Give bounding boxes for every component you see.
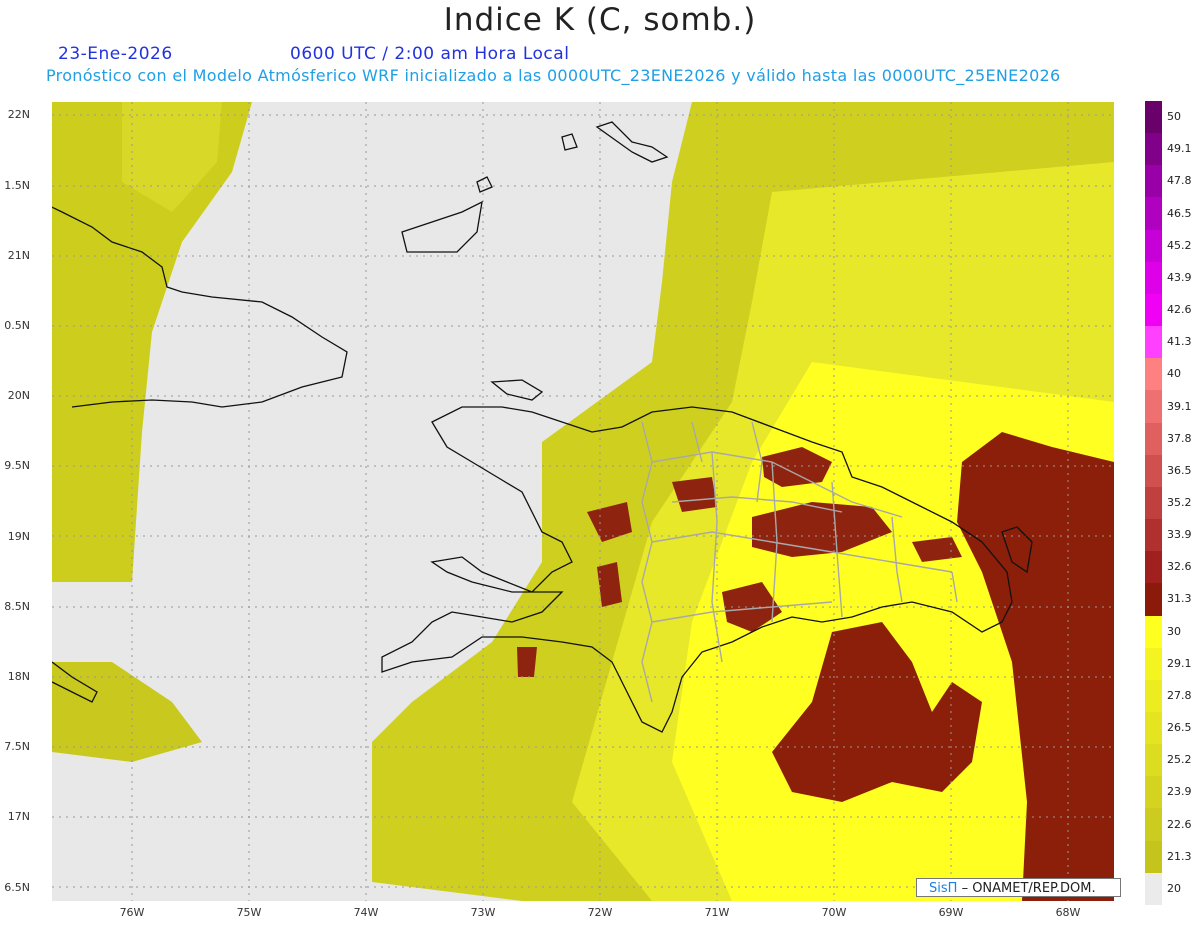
colorbar-label: 45.2 (1167, 238, 1192, 252)
lat-label: 0.5N (4, 319, 30, 332)
colorbar-swatch (1145, 422, 1162, 455)
credit-text: – ONAMET/REP.DOM. (961, 881, 1096, 896)
colorbar-label: 21.3 (1167, 849, 1192, 863)
colorbar-swatch (1145, 326, 1162, 359)
lat-label: 7.5N (4, 740, 30, 753)
lon-label: 68W (1055, 906, 1081, 919)
lat-label: 6.5N (4, 881, 30, 894)
k-index-high-small3 (517, 647, 537, 677)
lon-label: 71W (704, 906, 730, 919)
colorbar-swatch (1145, 711, 1162, 745)
lat-label: 9.5N (4, 459, 30, 472)
colorbar-label: 32.6 (1167, 560, 1192, 574)
colorbar-label: 39.1 (1167, 399, 1192, 413)
colorbar-label: 49.1 (1167, 142, 1192, 156)
forecast-map (52, 102, 1114, 901)
lat-label: 21N (7, 249, 30, 262)
colorbar-swatch (1145, 486, 1162, 520)
colorbar-label: 46.5 (1167, 206, 1192, 220)
colorbar-swatch (1145, 744, 1162, 777)
lat-label: 22N (7, 108, 30, 121)
colorbar-swatch (1145, 679, 1162, 712)
colorbar-swatch (1145, 647, 1162, 680)
lon-label: 74W (353, 906, 379, 919)
coast-island2 (595, 121, 669, 163)
colorbar-swatch (1145, 101, 1162, 134)
credit-box: SisΠ – ONAMET/REP.DOM. (916, 878, 1121, 897)
colorbar-label: 31.3 (1167, 592, 1192, 606)
lon-label: 72W (587, 906, 613, 919)
lat-label: 19N (7, 530, 30, 543)
credit-brand: SisΠ (929, 881, 958, 896)
colorbar-swatch (1145, 872, 1162, 905)
colorbar-swatch (1145, 197, 1162, 230)
colorbar-swatch (1145, 293, 1162, 327)
lat-label: 17N (7, 810, 30, 823)
colorbar-label: 25.2 (1167, 753, 1192, 767)
colorbar-label: 42.6 (1167, 303, 1192, 317)
coast-bahamas (401, 200, 483, 253)
colorbar-swatch (1145, 261, 1162, 294)
colorbar-label: 29.1 (1167, 656, 1192, 670)
colorbar-swatch (1145, 808, 1162, 841)
colorbar-swatch (1145, 358, 1162, 391)
lon-label: 70W (821, 906, 847, 919)
colorbar-label: 27.8 (1167, 688, 1192, 702)
colorbar-label: 30 (1167, 624, 1181, 638)
colorbar-swatch (1145, 583, 1162, 616)
colorbar-swatch (1145, 133, 1162, 166)
colorbar-label: 35.2 (1167, 496, 1192, 509)
colorbar-swatch (1145, 776, 1162, 809)
coast-island3 (561, 133, 578, 151)
lat-label: 20N (7, 389, 30, 402)
forecast-date: 23-Ene-2026 (58, 44, 173, 64)
coast-tortuga (490, 379, 544, 401)
colorbar-label: 47.8 (1167, 174, 1192, 188)
colorbar-label: 33.9 (1167, 528, 1192, 542)
colorbar-label: 40 (1167, 367, 1181, 381)
colorbar-label: 50 (1167, 110, 1181, 124)
colorbar-label: 37.8 (1167, 431, 1192, 445)
colorbar-swatch (1145, 390, 1162, 423)
colorbar-swatch (1145, 840, 1162, 873)
lon-label: 73W (470, 906, 496, 919)
lat-label: 1.5N (4, 179, 30, 192)
colorbar-label: 23.9 (1167, 785, 1192, 799)
colorbar-label: 22.6 (1167, 817, 1192, 831)
colorbar-label: 41.3 (1167, 335, 1192, 349)
colorbar-swatch (1145, 229, 1162, 262)
model-description: Pronóstico con el Modelo Atmósferico WRF… (46, 66, 1061, 85)
lon-label: 69W (938, 906, 964, 919)
colorbar-label: 20 (1167, 881, 1181, 895)
colorbar-swatch (1145, 615, 1162, 648)
lat-label: 18N (7, 670, 30, 683)
colorbar-swatch (1145, 551, 1162, 584)
lon-label: 75W (236, 906, 262, 919)
colorbar-swatch (1145, 519, 1162, 552)
colorbar-swatch (1145, 454, 1162, 487)
lon-label: 76W (119, 906, 145, 919)
colorbar-label: 36.5 (1167, 463, 1192, 477)
colorbar-label: 43.9 (1167, 270, 1192, 284)
map-title: Indice K (C, somb.) (443, 2, 757, 38)
colorbar-swatch (1145, 165, 1162, 198)
colorbar (1145, 101, 1162, 905)
colorbar-label: 26.5 (1167, 721, 1192, 735)
lat-label: 8.5N (4, 600, 30, 613)
valid-time: 0600 UTC / 2:00 am Hora Local (290, 44, 570, 64)
coast-island1 (476, 176, 493, 193)
